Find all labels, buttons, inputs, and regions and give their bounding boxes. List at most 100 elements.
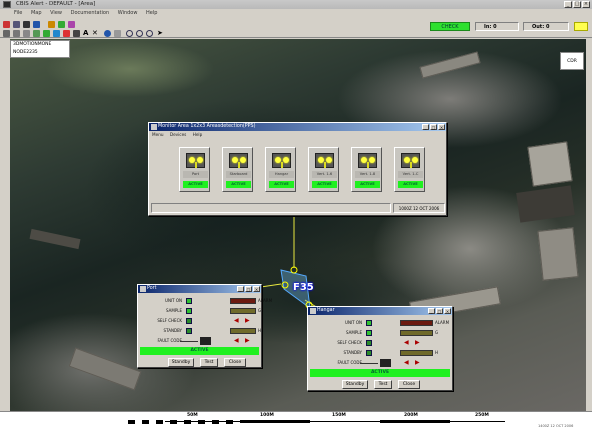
status-led — [366, 330, 372, 336]
sensor-tile[interactable]: Vert. 1-6 ACTIVE — [308, 147, 339, 192]
status-row: UNIT ON ALARM — [308, 319, 452, 327]
row-label: SELF CHECK — [337, 340, 362, 345]
sensor-window-titlebar[interactable]: Monitor Area 1x2x3 Areasdetection(PPS) _… — [149, 123, 446, 131]
row-label: FAULT CODE — [337, 360, 362, 365]
hangar-window-titlebar[interactable]: Hangar _ □ × — [308, 307, 452, 315]
sensor-tile[interactable]: Port ACTIVE — [179, 147, 210, 192]
scale-label: 50M — [187, 413, 198, 418]
sensor-light-icon — [186, 153, 205, 168]
sensor-tile[interactable]: Vert. 1-8 ACTIVE — [351, 147, 382, 192]
decrease-arrow-icon[interactable]: ◀ — [234, 338, 239, 344]
scale-label: 250M — [475, 413, 489, 418]
maximize-button[interactable]: □ — [430, 124, 437, 130]
decrease-arrow-icon[interactable]: ◀ — [234, 318, 239, 324]
minimize-button[interactable]: _ — [428, 308, 435, 314]
hangar-window-title: Hangar — [317, 308, 335, 313]
sensor-monitor-window: Monitor Area 1x2x3 Areasdetection(PPS) _… — [148, 122, 447, 216]
decrease-arrow-icon[interactable]: ◀ — [404, 340, 409, 346]
test-button[interactable]: Test — [374, 380, 392, 389]
status-led — [186, 298, 192, 304]
sensor-light-icon — [358, 153, 377, 168]
row-label: SELF CHECK — [157, 318, 182, 323]
standby-button[interactable]: Standby — [342, 380, 368, 389]
scale-baseline — [165, 421, 505, 422]
standby-bar — [400, 350, 433, 356]
sensor-tile[interactable]: Hangar ACTIVE — [265, 147, 296, 192]
scale-label: 150M — [332, 413, 346, 418]
alarm-label: ALARM — [435, 320, 450, 325]
status-row: SELF CHECK ◀ ▶ — [308, 339, 452, 347]
sensor-status: ACTIVE — [183, 181, 208, 188]
menu-item[interactable]: Menu — [152, 132, 164, 137]
standby-button[interactable]: Standby — [168, 358, 194, 367]
test-button[interactable]: Test — [200, 358, 218, 367]
status-led — [186, 308, 192, 314]
sensor-light-icon — [401, 153, 420, 168]
sensor-light-icon — [315, 153, 334, 168]
status-led — [366, 320, 372, 326]
increase-arrow-icon[interactable]: ▶ — [245, 318, 250, 324]
scale-segment — [156, 420, 163, 424]
sensor-name: Port — [183, 171, 208, 178]
sensor-tile[interactable]: Vert. 1-C ACTIVE — [394, 147, 425, 192]
sensor-status: ACTIVE — [398, 181, 423, 188]
alarm-bar — [400, 320, 433, 326]
maximize-button[interactable]: □ — [436, 308, 443, 314]
menu-item[interactable]: Help — [193, 132, 203, 137]
scale-segment — [128, 420, 135, 424]
row-label: SAMPLE — [346, 330, 362, 335]
close-button[interactable]: Close — [224, 358, 246, 367]
minimize-button[interactable]: _ — [422, 124, 429, 130]
map-marker-label[interactable]: F35 — [293, 282, 314, 293]
sensor-name: Starboard — [226, 171, 251, 178]
hangar-detail-window: Hangar _ □ × UNIT ON ALARM SAMPLE G SELF CHECK… — [307, 306, 453, 391]
decrease-arrow-icon[interactable]: ◀ — [404, 360, 409, 366]
status-led — [366, 350, 372, 356]
row-label: SAMPLE — [166, 308, 182, 313]
close-button[interactable]: × — [444, 308, 451, 314]
increase-arrow-icon[interactable]: ▶ — [415, 360, 420, 366]
close-button[interactable]: × — [253, 286, 260, 292]
status-row: SAMPLE G — [308, 329, 452, 337]
row-label: UNIT ON — [165, 298, 182, 303]
scale-segment — [142, 420, 149, 424]
sensor-window-title: Monitor Area 1x2x3 Areasdetection(PPS) — [158, 124, 256, 129]
fault-code-line — [360, 363, 378, 364]
maximize-button[interactable]: □ — [245, 286, 252, 292]
close-button[interactable]: Close — [398, 380, 420, 389]
status-row: FAULT CODE ◀ ▶ — [308, 359, 452, 367]
standby-suffix: H — [258, 328, 262, 333]
sensor-light-icon — [272, 153, 291, 168]
menu-item[interactable]: Devices — [170, 132, 187, 137]
sensor-status: ACTIVE — [269, 181, 294, 188]
sample-bar — [400, 330, 433, 336]
alarm-label: ALARM — [258, 298, 273, 303]
status-row: UNIT ON ALARM — [138, 297, 272, 305]
status-row: FAULT CODE ◀ ▶ — [138, 337, 261, 345]
increase-arrow-icon[interactable]: ▶ — [245, 338, 250, 344]
status-led — [186, 328, 192, 334]
sensor-status: ACTIVE — [312, 181, 337, 188]
row-label: FAULT CODE — [157, 338, 182, 343]
port-window-titlebar[interactable]: Port _ □ × — [138, 285, 261, 293]
bottom-timestamp: 1400Z 12 OCT 2006 — [538, 424, 574, 428]
sensor-status: ACTIVE — [355, 181, 380, 188]
status-led — [186, 318, 192, 324]
row-label: STANDBY — [343, 350, 362, 355]
sensor-tile[interactable]: Starboard ACTIVE — [222, 147, 253, 192]
port-window-title: Port — [147, 286, 157, 291]
fault-code-display — [380, 359, 391, 367]
status-row: SELF CHECK ◀ ▶ — [138, 317, 261, 325]
sample-suffix: G — [435, 330, 439, 335]
active-status-bar: ACTIVE — [310, 369, 450, 377]
sensor-name: Vert. 1-8 — [355, 171, 380, 178]
minimize-button[interactable]: _ — [237, 286, 244, 292]
status-field — [151, 203, 391, 213]
close-button[interactable]: × — [438, 124, 445, 130]
status-led — [366, 340, 372, 346]
row-label: UNIT ON — [345, 320, 362, 325]
alarm-bar — [230, 298, 256, 304]
fault-code-display — [200, 337, 211, 345]
sample-bar — [230, 308, 256, 314]
increase-arrow-icon[interactable]: ▶ — [415, 340, 420, 346]
